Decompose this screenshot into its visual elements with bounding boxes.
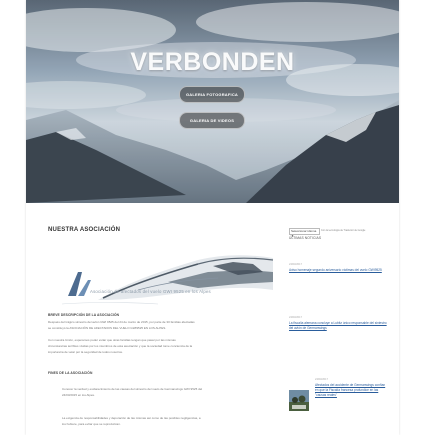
association-logo-image: [61, 255, 274, 305]
translate-note: Con la tecnología de Traductor de Google: [321, 229, 366, 232]
paragraph-line: se constituyó la ASOCIACIÓN DE AFECTADOS…: [48, 326, 167, 330]
paragraph-line: los hubiere, para evitar que se reproduz…: [62, 422, 121, 426]
header-hero: VERBONDEN GALERIA FOTOGRAFICA GALERIA DE…: [26, 0, 399, 203]
post-title: NUESTRA ASOCIACIÓN: [48, 227, 121, 233]
news-item: 24/03/2017 La fiscalía alemana concluye …: [289, 316, 389, 331]
section-paragraph: Con nuestra Unión, esperamos poder evita…: [48, 337, 280, 355]
section-heading: FINES DE LA ASOCIACIÓN: [48, 371, 93, 375]
section-paragraph: La exigencia de responsabilidades y depu…: [62, 415, 280, 427]
page: VERBONDEN GALERIA FOTOGRAFICA GALERIA DE…: [26, 0, 399, 435]
photo-gallery-button[interactable]: GALERIA FOTOGRAFICA: [179, 86, 245, 103]
news-thumbnail-image[interactable]: [289, 390, 309, 411]
news-link[interactable]: La fiscalía alemana concluye a Lubitz ún…: [289, 321, 389, 331]
content-area: NUESTRA ASOCIACIÓN Asociación de afectad…: [26, 203, 399, 435]
news-item: 24/03/2017 Afectados del accidente de Ge…: [315, 378, 389, 398]
language-select[interactable]: Seleccionar idioma ▼: [289, 228, 320, 238]
news-link[interactable]: Aviso homenaje segundo aniversario vícti…: [289, 268, 389, 273]
translate-widget: Seleccionar idioma ▼ Con la tecnología d…: [289, 228, 389, 238]
section-paragraph: Conocer la verdad y esclarecimiento de l…: [62, 386, 280, 398]
paragraph-line: importancia de velar por la seguridad de…: [48, 350, 123, 354]
site-title[interactable]: VERBONDEN: [26, 48, 399, 77]
video-gallery-button[interactable]: GALERIA DE VIDEOS: [179, 112, 245, 129]
news-link[interactable]: Afectados del accidente de Germanwings c…: [315, 383, 389, 398]
logo-caption: Asociación de afectados del vuelo GWI 95…: [90, 289, 211, 294]
news-item: 24/03/2017 Aviso homenaje segundo aniver…: [289, 263, 389, 273]
latest-news-title: ÚLTIMAS NOTICIAS: [289, 236, 322, 240]
section-heading: BREVE DESCRIPCIÓN DE LA ASOCIACIÓN: [48, 313, 120, 317]
paragraph-line: 24/03/2015 en los Alpes.: [62, 393, 95, 397]
section-paragraph: Después del trágico siniestro del avión …: [48, 319, 280, 331]
